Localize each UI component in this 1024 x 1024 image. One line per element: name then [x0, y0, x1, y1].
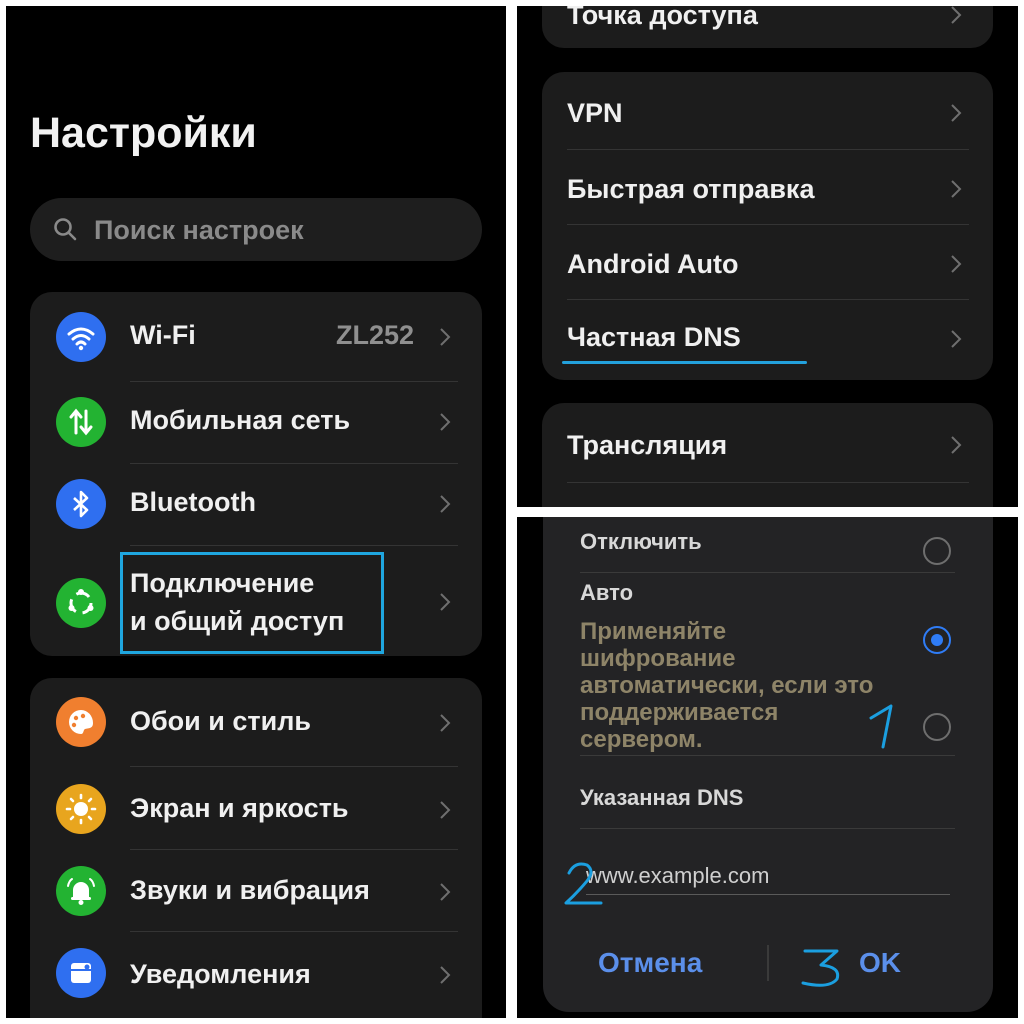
search-icon	[54, 218, 77, 241]
radio-off[interactable]	[923, 537, 951, 565]
chevron-right-icon	[951, 6, 962, 24]
wallpaper-label: Обои и стиль	[130, 706, 311, 736]
dns-hostname-input[interactable]: www.example.com	[586, 863, 769, 889]
divider	[580, 572, 955, 573]
connection-sharing-icon	[56, 578, 106, 628]
annotation-number-1	[869, 704, 893, 749]
search-input[interactable]: Поиск настроек	[94, 215, 304, 246]
brightness-icon	[56, 784, 106, 834]
cancel-button[interactable]: Отмена	[598, 947, 702, 979]
settings-item-mobile-network[interactable]: Мобильная сеть	[30, 382, 482, 464]
notifications-icon	[56, 948, 106, 998]
settings-item-hotspot[interactable]: Точка доступа	[542, 6, 993, 48]
private-dns-label: Частная DNS	[567, 322, 741, 352]
chevron-right-icon	[951, 330, 962, 348]
mobile-network-label: Мобильная сеть	[130, 405, 351, 435]
chevron-right-icon	[440, 883, 451, 901]
input-underline	[586, 894, 950, 895]
highlight-box	[120, 552, 384, 654]
private-dns-dialog: Отключить Авто Применяйте шифрование авт…	[543, 517, 993, 1012]
divider	[580, 828, 955, 829]
chevron-right-icon	[951, 436, 962, 454]
cast-label: Трансляция	[567, 430, 728, 460]
chevron-right-icon	[951, 104, 962, 122]
auto-description: Применяйте шифрование автоматически, есл…	[580, 618, 874, 753]
settings-item-bluetooth[interactable]: Bluetooth	[30, 464, 482, 546]
bluetooth-label: Bluetooth	[130, 487, 256, 517]
divider	[580, 755, 955, 756]
chevron-right-icon	[951, 180, 962, 198]
option-auto-label: Авто	[580, 580, 634, 605]
connection-group: VPN Быстрая отправка Android Auto Частна…	[542, 72, 993, 380]
divider	[567, 482, 969, 483]
chevron-right-icon	[440, 495, 451, 513]
notifications-label: Уведомления	[130, 959, 311, 989]
hotspot-label: Точка доступа	[567, 6, 758, 30]
settings-item-cast[interactable]: Трансляция	[542, 403, 993, 483]
ok-button[interactable]: OK	[859, 947, 901, 979]
wifi-icon	[56, 312, 106, 362]
settings-item-android-auto[interactable]: Android Auto	[542, 225, 993, 300]
display-settings-group: Обои и стиль Экран и яркость Звуки и виб…	[30, 678, 482, 1018]
chevron-right-icon	[440, 413, 451, 431]
settings-item-notifications[interactable]: Уведомления	[30, 932, 482, 1012]
option-off-label: Отключить	[580, 529, 702, 554]
bluetooth-icon	[56, 479, 106, 529]
settings-item-sounds[interactable]: Звуки и вибрация	[30, 850, 482, 932]
cast-card: Трансляция	[542, 403, 993, 507]
mobile-data-icon	[56, 397, 106, 447]
option-specified-label: Указанная DNS	[580, 785, 744, 810]
vpn-label: VPN	[567, 98, 623, 128]
radio-specified[interactable]	[923, 713, 951, 741]
android-auto-label: Android Auto	[567, 249, 739, 279]
settings-item-wifi[interactable]: Wi-Fi ZL252	[30, 292, 482, 382]
button-divider	[767, 945, 769, 981]
chevron-right-icon	[440, 328, 451, 346]
divider	[130, 766, 458, 767]
sounds-label: Звуки и вибрация	[130, 875, 370, 905]
hotspot-card: Точка доступа	[542, 6, 993, 48]
annotation-number-3	[801, 949, 840, 987]
settings-screen: Настройки Поиск настроек Wi-Fi ZL252 Моб…	[6, 6, 506, 1018]
bell-icon	[56, 866, 106, 916]
highlight-underline	[562, 361, 807, 364]
settings-item-quick-share[interactable]: Быстрая отправка	[542, 150, 993, 225]
quick-share-label: Быстрая отправка	[567, 174, 815, 204]
chevron-right-icon	[440, 966, 451, 984]
wifi-label: Wi-Fi	[130, 320, 196, 350]
page-title: Настройки	[30, 109, 257, 157]
private-dns-dialog-screen: Отключить Авто Применяйте шифрование авт…	[517, 517, 1018, 1018]
wifi-network-name: ZL252	[335, 320, 414, 350]
settings-item-vpn[interactable]: VPN	[542, 72, 993, 150]
search-bar[interactable]: Поиск настроек	[30, 198, 482, 261]
chevron-right-icon	[440, 714, 451, 732]
palette-icon	[56, 697, 106, 747]
settings-item-wallpaper[interactable]: Обои и стиль	[30, 678, 482, 767]
radio-auto[interactable]	[923, 626, 951, 654]
chevron-right-icon	[951, 255, 962, 273]
annotation-number-2	[564, 862, 603, 905]
connection-sharing-screen: Точка доступа VPN Быстрая отправка Andro…	[517, 6, 1018, 507]
settings-item-display[interactable]: Экран и яркость	[30, 768, 482, 850]
display-label: Экран и яркость	[130, 793, 349, 823]
chevron-right-icon	[440, 593, 451, 611]
chevron-right-icon	[440, 801, 451, 819]
